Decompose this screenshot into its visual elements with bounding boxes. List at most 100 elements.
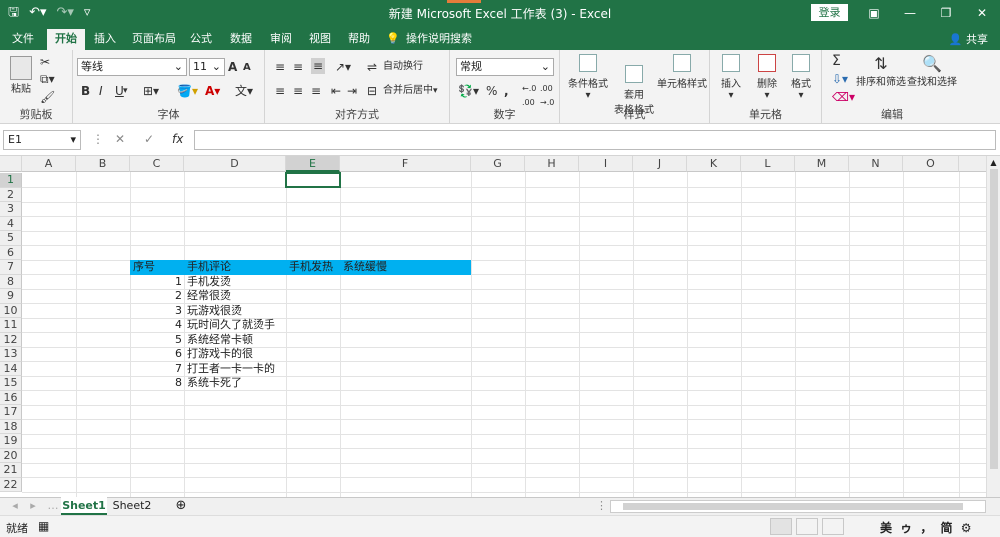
row-header-19[interactable]: 19 — [0, 434, 22, 449]
tab-view[interactable]: 视图 — [305, 29, 335, 50]
row-header-3[interactable]: 3 — [0, 202, 22, 217]
vertical-scrollbar[interactable]: ▲ — [986, 156, 1000, 497]
clear-icon[interactable]: ⌫▾ — [832, 90, 855, 104]
column-header-o[interactable]: O — [903, 156, 959, 172]
normal-view-button[interactable] — [770, 518, 792, 535]
row-header-14[interactable]: 14 — [0, 361, 22, 376]
fill-icon[interactable]: ⇩▾ — [832, 72, 848, 86]
column-header-f[interactable]: F — [340, 156, 471, 172]
active-cell-e1[interactable] — [285, 172, 341, 188]
format-painter-icon[interactable]: 🖌 — [40, 90, 55, 104]
row-header-2[interactable]: 2 — [0, 187, 22, 202]
font-name-select[interactable]: 等线 ⌄ — [77, 58, 187, 76]
increase-indent-icon[interactable]: ⇥ — [347, 84, 357, 98]
column-header-e[interactable]: E — [286, 156, 340, 172]
wrap-text-button[interactable]: 自动换行 — [383, 60, 423, 74]
add-sheet-icon[interactable]: ⊕ — [172, 497, 190, 515]
column-header-b[interactable]: B — [76, 156, 130, 172]
row-header-11[interactable]: 11 — [0, 318, 22, 333]
formula-input[interactable] — [194, 130, 996, 150]
decrease-indent-icon[interactable]: ⇤ — [331, 84, 341, 98]
row-header-20[interactable]: 20 — [0, 448, 22, 463]
tab-formulas[interactable]: 公式 — [186, 29, 216, 50]
sort-filter-button[interactable]: ⇅ 排序和筛选 — [856, 54, 906, 88]
worksheet-grid[interactable]: A B C D E F G H I J K L M N O 1 2 3 4 5 … — [0, 156, 1000, 497]
macro-record-icon[interactable]: ▦ — [38, 519, 49, 533]
scroll-left-icon[interactable]: ◂ — [8, 497, 22, 515]
row-header-12[interactable]: 12 — [0, 332, 22, 347]
tab-help[interactable]: 帮助 — [344, 29, 374, 50]
cell-d13[interactable]: 打游戏卡的很 — [187, 347, 253, 362]
cell-styles-button[interactable]: 单元格样式 — [656, 54, 708, 90]
cut-icon[interactable]: ✂ — [40, 55, 50, 69]
scroll-up-icon[interactable]: ▲ — [987, 158, 1000, 167]
tell-me-search[interactable]: 操作说明搜索 — [406, 29, 472, 50]
row-header-8[interactable]: 8 — [0, 274, 22, 289]
cell-d14[interactable]: 打王者一卡一卡的 — [187, 362, 275, 377]
merge-icon[interactable]: ⊟ — [367, 84, 377, 98]
grow-font-icon[interactable]: A — [228, 60, 237, 74]
cell-c8[interactable]: 1 — [130, 275, 182, 290]
cell-c11[interactable]: 4 — [130, 318, 182, 333]
row-header-7[interactable]: 7 — [0, 260, 22, 275]
delete-cells-button[interactable]: 删除 ▾ — [752, 54, 782, 101]
row-header-6[interactable]: 6 — [0, 245, 22, 260]
italic-button[interactable]: I — [99, 84, 103, 98]
cell-d8[interactable]: 手机发烫 — [187, 275, 231, 290]
row-header-18[interactable]: 18 — [0, 419, 22, 434]
login-button[interactable]: 登录 — [811, 4, 848, 21]
row-header-15[interactable]: 15 — [0, 376, 22, 391]
column-header-i[interactable]: I — [579, 156, 633, 172]
font-color-icon[interactable]: A▾ — [205, 84, 220, 98]
align-top-icon[interactable]: ≡ — [275, 60, 285, 74]
confirm-icon[interactable]: ✓ — [144, 132, 154, 146]
column-header-g[interactable]: G — [471, 156, 525, 172]
cell-d7[interactable]: 手机评论 — [187, 260, 231, 275]
border-icon[interactable]: ⊞▾ — [143, 84, 159, 98]
cell-c7[interactable]: 序号 — [133, 260, 155, 275]
cell-d15[interactable]: 系统卡死了 — [187, 376, 242, 391]
tab-insert[interactable]: 插入 — [90, 29, 120, 50]
row-header-10[interactable]: 10 — [0, 303, 22, 318]
cancel-icon[interactable]: ✕ — [115, 132, 125, 146]
fill-color-icon[interactable]: 🪣▾ — [177, 84, 198, 98]
insert-cells-button[interactable]: 插入 ▾ — [716, 54, 746, 101]
paste-button[interactable]: 粘贴 — [8, 56, 34, 95]
wrap-text-icon[interactable]: ⇌ — [367, 60, 377, 74]
tab-home[interactable]: 开始 — [47, 29, 85, 50]
row-header-17[interactable]: 17 — [0, 405, 22, 420]
percent-button[interactable]: % — [486, 84, 497, 98]
conditional-format-button[interactable]: 条件格式 ▾ — [564, 54, 612, 101]
minimize-button[interactable]: — — [892, 0, 928, 26]
insert-function-icon[interactable]: fx — [172, 132, 183, 146]
scroll-thumb[interactable] — [989, 169, 998, 469]
row-header-21[interactable]: 21 — [0, 463, 22, 478]
align-bottom-icon[interactable]: ≡ — [311, 58, 326, 74]
bold-button[interactable]: B — [81, 84, 90, 98]
select-all-corner[interactable] — [0, 156, 22, 172]
align-middle-icon[interactable]: ≡ — [293, 60, 303, 74]
copy-icon[interactable]: ⧉▾ — [40, 72, 55, 86]
row-header-5[interactable]: 5 — [0, 231, 22, 246]
row-header-22[interactable]: 22 — [0, 477, 22, 492]
scroll-thumb[interactable] — [623, 503, 963, 510]
cell-c14[interactable]: 7 — [130, 362, 182, 377]
find-select-button[interactable]: 🔍 查找和选择 — [906, 54, 958, 88]
horizontal-scrollbar[interactable] — [610, 500, 986, 513]
column-header-l[interactable]: L — [741, 156, 795, 172]
align-left-icon[interactable]: ≡ — [275, 84, 285, 98]
column-header-partial[interactable] — [959, 156, 987, 172]
ribbon-display-icon[interactable]: ▣ — [856, 0, 892, 26]
maximize-button[interactable]: ❐ — [928, 0, 964, 26]
ime-toolbar[interactable]: 美 ゥ ， 简 ⚙ — [880, 519, 973, 536]
tab-review[interactable]: 审阅 — [266, 29, 296, 50]
comma-button[interactable]: , — [504, 84, 509, 98]
cell-c12[interactable]: 5 — [130, 333, 182, 348]
shrink-font-icon[interactable]: A — [243, 61, 251, 75]
row-header-16[interactable]: 16 — [0, 390, 22, 405]
chevron-down-icon[interactable]: ▾ — [433, 84, 438, 98]
align-right-icon[interactable]: ≡ — [311, 84, 321, 98]
row-header-1[interactable]: 1 — [0, 173, 22, 188]
column-header-n[interactable]: N — [849, 156, 903, 172]
format-cells-button[interactable]: 格式 ▾ — [786, 54, 816, 101]
